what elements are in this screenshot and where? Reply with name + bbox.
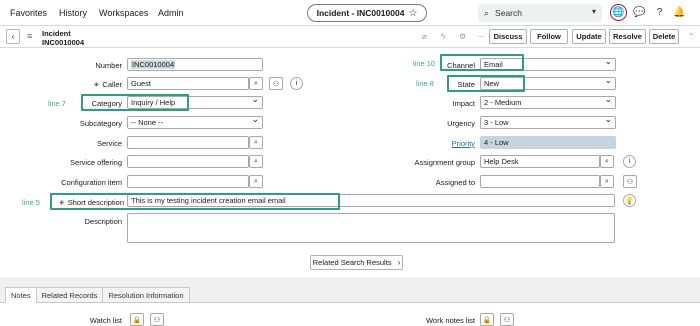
assigned-to-label: Assigned to xyxy=(435,178,475,187)
menu-icon[interactable]: ≡ xyxy=(27,31,32,41)
activity-icon[interactable]: ϟ xyxy=(441,32,445,41)
required-icon: ✳ xyxy=(93,82,100,89)
tab-resolution-information[interactable]: Resolution Information xyxy=(102,287,190,303)
assignment-group-label: Assignment group xyxy=(414,158,475,167)
tab-related-records[interactable]: Related Records xyxy=(35,287,104,303)
configuration-item-lookup-icon[interactable]: ⌕ xyxy=(249,175,263,188)
record-title-pill[interactable]: Incident - INC0010004 ☆ xyxy=(307,4,427,22)
chat-icon[interactable]: 💬 xyxy=(631,4,648,21)
lock-icon[interactable]: 🔒 xyxy=(480,313,494,326)
lightbulb-icon[interactable]: 💡 xyxy=(623,194,636,207)
annotation-line7: line 7 xyxy=(48,99,66,108)
form-record-number: INC0010004 xyxy=(42,38,85,47)
top-navigation: Favorites History Workspaces Admin Incid… xyxy=(0,0,700,26)
description-textarea[interactable] xyxy=(127,213,615,243)
scroll-up-icon[interactable]: ⌃ xyxy=(688,32,695,41)
star-icon[interactable]: ☆ xyxy=(408,8,417,19)
record-title: Incident - INC0010004 xyxy=(316,8,405,18)
search-icon: ⌕ xyxy=(484,7,490,18)
lock-icon[interactable]: 🔒 xyxy=(130,313,144,326)
help-icon[interactable]: ? xyxy=(651,4,668,21)
assigned-to-tree-icon[interactable]: ⚇ xyxy=(623,175,637,188)
highlight-category xyxy=(81,94,189,111)
subcategory-select[interactable]: -- None -- xyxy=(127,116,263,129)
settings-icon[interactable]: ⚙ xyxy=(459,32,466,41)
resolve-button[interactable]: Resolve xyxy=(609,29,646,44)
assignment-group-lookup-icon[interactable]: ⌕ xyxy=(600,155,614,168)
watch-list-label: Watch list xyxy=(89,316,122,325)
back-button[interactable]: ‹ xyxy=(6,29,20,44)
number-value: INC0010004 xyxy=(131,60,176,69)
impact-select[interactable]: 2 - Medium xyxy=(480,96,616,109)
nav-admin[interactable]: Admin xyxy=(158,8,184,18)
form-table-name: Incident xyxy=(42,29,71,38)
caller-field[interactable]: Guest xyxy=(127,77,249,90)
nav-workspaces[interactable]: Workspaces xyxy=(99,8,148,18)
form-header: ‹ ≡ Incident INC0010004 ⌀ ϟ ⚙ ⋯ Discuss … xyxy=(0,26,700,48)
caller-lookup-icon[interactable]: ⌕ xyxy=(249,77,263,90)
global-search[interactable]: ⌕ Search ▾ xyxy=(478,4,602,22)
form-title: Incident INC0010004 xyxy=(42,29,84,47)
urgency-label: Urgency xyxy=(447,119,475,128)
annotation-line8: line 8 xyxy=(416,79,434,88)
follow-button[interactable]: Follow xyxy=(530,29,568,44)
assignment-group-field[interactable]: Help Desk xyxy=(480,155,600,168)
add-me-icon[interactable]: ⚇ xyxy=(150,313,164,326)
configuration-item-field[interactable] xyxy=(127,175,249,188)
service-offering-field[interactable] xyxy=(127,155,249,168)
chevron-right-icon: › xyxy=(397,258,401,267)
assigned-to-lookup-icon[interactable]: ⌕ xyxy=(600,175,614,188)
service-field[interactable] xyxy=(127,136,249,149)
number-field[interactable]: INC0010004 xyxy=(127,58,263,71)
related-search-label: Related Search Results xyxy=(312,258,392,267)
priority-label[interactable]: Priority xyxy=(430,139,475,148)
highlight-channel xyxy=(440,54,524,71)
caller-tree-icon[interactable]: ⚇ xyxy=(269,77,283,90)
notifications-icon[interactable]: 🔔 xyxy=(671,4,688,21)
discuss-button[interactable]: Discuss xyxy=(489,29,527,44)
work-notes-list-label: Work notes list xyxy=(425,316,475,325)
priority-field: 4 - Low xyxy=(480,136,616,149)
caller-label-text: Caller xyxy=(102,80,122,89)
service-offering-lookup-icon[interactable]: ⌕ xyxy=(249,155,263,168)
nav-history[interactable]: History xyxy=(59,8,87,18)
more-icon[interactable]: ⋯ xyxy=(477,32,485,41)
add-me-icon[interactable]: ⚇ xyxy=(500,313,514,326)
related-search-results-button[interactable]: Related Search Results › xyxy=(310,255,403,270)
tab-notes[interactable]: Notes xyxy=(5,287,37,303)
chevron-down-icon[interactable]: ▾ xyxy=(592,7,596,16)
notes-tab-panel: Watch list 🔒 ⚇ Work notes list 🔒 ⚇ xyxy=(0,302,700,326)
tab-bar: Notes Related Records Resolution Informa… xyxy=(5,287,190,303)
nav-favorites[interactable]: Favorites xyxy=(10,8,47,18)
search-placeholder: Search xyxy=(495,8,522,18)
subcategory-label: Subcategory xyxy=(79,119,122,128)
highlight-short-description xyxy=(50,193,340,210)
urgency-select[interactable]: 3 - Low xyxy=(480,116,616,129)
service-label: Service xyxy=(96,139,122,148)
update-button[interactable]: Update xyxy=(572,29,606,44)
service-offering-label: Service offering xyxy=(70,158,122,167)
number-label: Number xyxy=(95,61,122,70)
assignment-group-info-icon[interactable]: i xyxy=(623,155,636,168)
service-lookup-icon[interactable]: ⌕ xyxy=(249,136,263,149)
annotation-line10: line 10 xyxy=(413,59,436,68)
delete-button[interactable]: Delete xyxy=(649,29,679,44)
highlight-state xyxy=(447,75,525,92)
description-label: Description xyxy=(84,217,122,226)
annotation-line5: line 5 xyxy=(22,198,40,207)
attachment-icon[interactable]: ⌀ xyxy=(422,32,427,41)
caller-label: ✳ Caller xyxy=(80,80,122,89)
globe-icon[interactable]: 🌐 xyxy=(610,4,627,21)
caller-info-icon[interactable]: i xyxy=(290,77,303,90)
configuration-item-label: Configuration item xyxy=(61,178,122,187)
assigned-to-field[interactable] xyxy=(480,175,600,188)
impact-label: Impact xyxy=(452,99,475,108)
